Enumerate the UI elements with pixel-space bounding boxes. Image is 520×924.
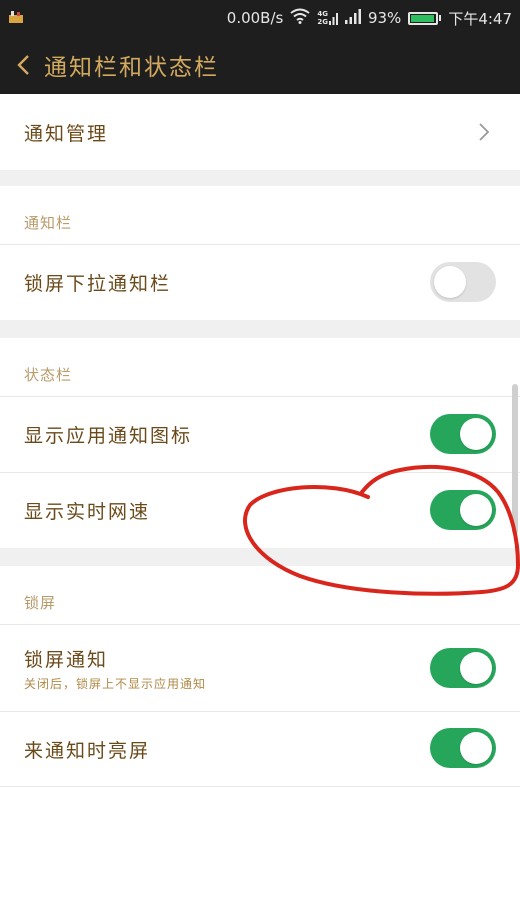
show-net-speed-item: 显示实时网速	[0, 473, 520, 548]
chevron-right-icon	[479, 123, 490, 141]
lockscreen-pulldown-label: 锁屏下拉通知栏	[24, 273, 172, 295]
show-net-speed-label: 显示实时网速	[24, 501, 151, 523]
net-type-bottom: 2G	[317, 18, 328, 26]
app-notification-icon	[8, 9, 24, 29]
battery-icon	[408, 11, 442, 25]
chevron-left-icon	[17, 55, 29, 75]
section-gap	[0, 170, 520, 186]
show-app-icons-item: 显示应用通知图标	[0, 397, 520, 472]
wake-on-notification-label: 来通知时亮屏	[24, 739, 151, 762]
section-gap	[0, 320, 520, 338]
lockscreen-pulldown-item: 锁屏下拉通知栏	[0, 245, 520, 320]
battery-percent: 93%	[367, 9, 402, 27]
signal-icon	[344, 8, 361, 28]
wake-on-notification-item: 来通知时亮屏	[0, 712, 520, 786]
divider	[0, 786, 520, 787]
show-app-icons-label: 显示应用通知图标	[24, 425, 193, 447]
lockscreen-pulldown-toggle[interactable]	[430, 262, 496, 302]
wake-on-notification-toggle[interactable]	[430, 728, 496, 768]
lockscreen-notification-toggle[interactable]	[430, 648, 496, 688]
wifi-icon	[290, 8, 310, 28]
section-header-statusbar: 状态栏	[0, 338, 520, 396]
page-title: 通知栏和状态栏	[44, 55, 219, 81]
title-bar: 通知栏和状态栏	[0, 36, 520, 94]
show-app-icons-toggle[interactable]	[430, 414, 496, 454]
status-bar-right: 0.00B/s 4G 2G 93% 下午4:47	[227, 0, 512, 36]
section-title-notification: 通知栏	[24, 214, 73, 232]
net-speed: 0.00B/s	[226, 9, 284, 27]
mobile-data-icon: 4G 2G	[317, 10, 338, 26]
notification-management-item[interactable]: 通知管理	[0, 94, 520, 170]
status-bar: 0.00B/s 4G 2G 93% 下午4:47	[0, 0, 520, 36]
clock: 下午4:47	[448, 9, 512, 28]
notification-management-label: 通知管理	[24, 122, 109, 145]
section-title-statusbar: 状态栏	[24, 366, 73, 384]
scrollbar[interactable]	[512, 384, 518, 534]
show-net-speed-toggle[interactable]	[430, 490, 496, 530]
section-header-notification: 通知栏	[0, 186, 520, 244]
section-gap	[0, 548, 520, 566]
lockscreen-notification-item: 锁屏通知 关闭后，锁屏上不显示应用通知	[0, 625, 520, 711]
back-button[interactable]	[16, 54, 44, 76]
section-title-lockscreen: 锁屏	[24, 594, 57, 612]
net-type-top: 4G	[317, 10, 328, 18]
section-header-lockscreen: 锁屏	[0, 566, 520, 624]
lockscreen-notification-sublabel: 关闭后，锁屏上不显示应用通知	[24, 677, 207, 691]
lockscreen-notification-label: 锁屏通知	[24, 649, 109, 671]
